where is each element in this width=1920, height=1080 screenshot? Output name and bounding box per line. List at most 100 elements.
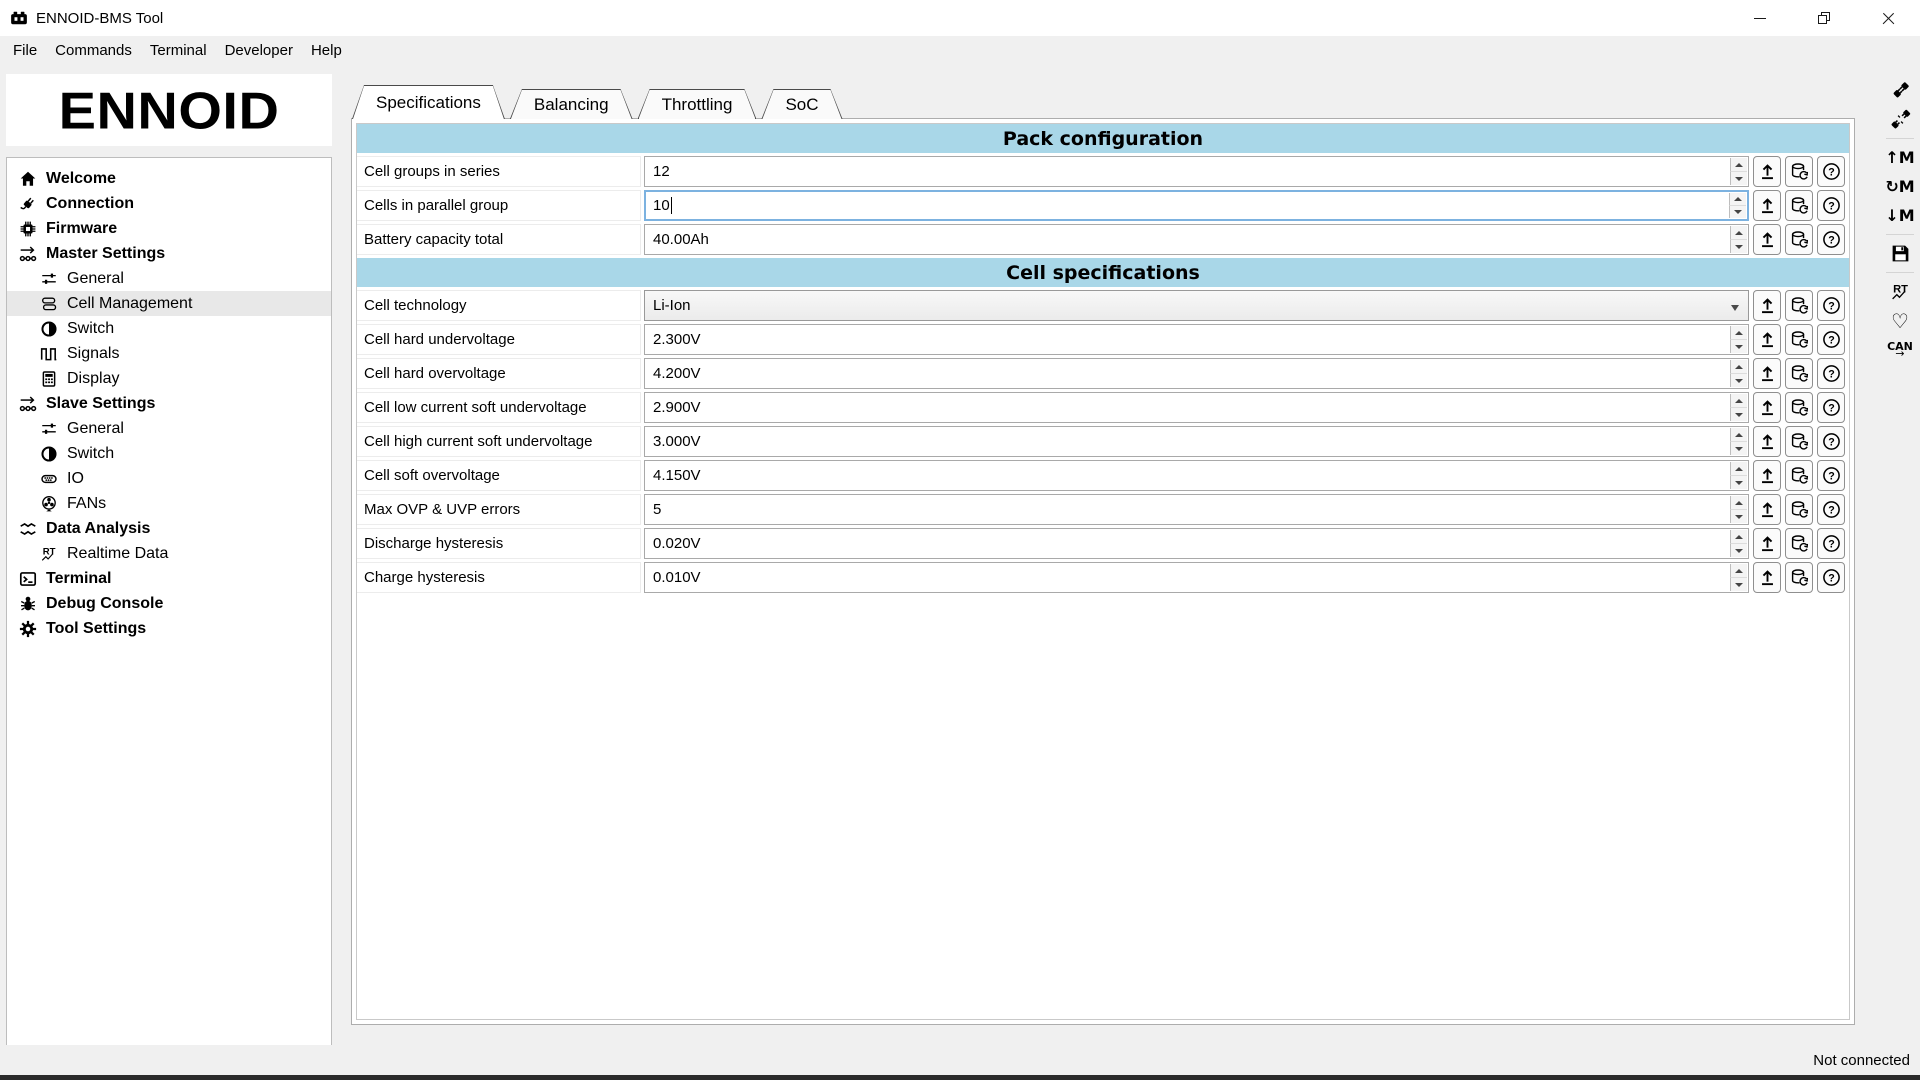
load-default-button[interactable]	[1785, 290, 1813, 321]
spin-up-button[interactable]	[1730, 496, 1747, 510]
sidebar-item-slave-settings[interactable]: Slave Settings	[7, 391, 331, 416]
heartbeat-button[interactable]: ♡	[1881, 306, 1919, 335]
help-button[interactable]: ?	[1817, 224, 1845, 255]
chevron-down-icon[interactable]	[1731, 305, 1739, 311]
param-input[interactable]: 5	[644, 494, 1749, 525]
param-input[interactable]: 2.300V	[644, 324, 1749, 355]
menu-file[interactable]: File	[4, 36, 46, 64]
sidebar-item-firmware[interactable]: Firmware	[7, 216, 331, 241]
load-default-button[interactable]	[1785, 460, 1813, 491]
menu-terminal[interactable]: Terminal	[141, 36, 216, 64]
menu-commands[interactable]: Commands	[46, 36, 141, 64]
spin-up-button[interactable]	[1730, 158, 1747, 172]
write-value-button[interactable]	[1753, 562, 1781, 593]
help-button[interactable]: ?	[1817, 156, 1845, 187]
write-value-button[interactable]	[1753, 392, 1781, 423]
spin-up-button[interactable]	[1730, 226, 1747, 240]
spin-down-button[interactable]	[1730, 374, 1747, 387]
load-default-button[interactable]	[1785, 562, 1813, 593]
write-value-button[interactable]	[1753, 426, 1781, 457]
restore-button[interactable]	[1792, 0, 1856, 36]
can-bus-button[interactable]: CAN→	[1881, 335, 1919, 364]
spin-up-button[interactable]	[1730, 428, 1747, 442]
help-button[interactable]: ?	[1817, 426, 1845, 457]
write-value-button[interactable]	[1753, 156, 1781, 187]
load-default-button[interactable]	[1785, 426, 1813, 457]
spin-up-button[interactable]	[1730, 394, 1747, 408]
write-value-button[interactable]	[1753, 358, 1781, 389]
sidebar-item-connection[interactable]: Connection	[7, 191, 331, 216]
close-button[interactable]	[1856, 0, 1920, 36]
spin-down-button[interactable]	[1730, 340, 1747, 353]
spin-down-button[interactable]	[1730, 172, 1747, 185]
sidebar-item-master-settings[interactable]: Master Settings	[7, 241, 331, 266]
help-button[interactable]: ?	[1817, 528, 1845, 559]
help-button[interactable]: ?	[1817, 494, 1845, 525]
minimize-button[interactable]	[1728, 0, 1792, 36]
spin-down-button[interactable]	[1730, 442, 1747, 455]
connect-button[interactable]	[1881, 76, 1919, 105]
param-input[interactable]: 0.010V	[644, 562, 1749, 593]
load-default-button[interactable]	[1785, 392, 1813, 423]
param-input[interactable]: 4.150V	[644, 460, 1749, 491]
spin-up-button[interactable]	[1730, 530, 1747, 544]
tab-balancing[interactable]: Balancing	[510, 89, 633, 119]
param-input[interactable]: 2.900V	[644, 392, 1749, 423]
sidebar-item-slave-switch[interactable]: Switch	[7, 441, 331, 466]
write-value-button[interactable]	[1753, 494, 1781, 525]
sidebar-item-tool-settings[interactable]: Tool Settings	[7, 616, 331, 641]
help-button[interactable]: ?	[1817, 392, 1845, 423]
help-button[interactable]: ?	[1817, 358, 1845, 389]
help-button[interactable]: ?	[1817, 190, 1845, 221]
sidebar-item-display[interactable]: Display	[7, 366, 331, 391]
load-default-button[interactable]	[1785, 528, 1813, 559]
help-button[interactable]: ?	[1817, 460, 1845, 491]
load-default-button[interactable]	[1785, 156, 1813, 187]
write-value-button[interactable]	[1753, 324, 1781, 355]
spin-up-button[interactable]	[1730, 462, 1747, 476]
load-default-button[interactable]	[1785, 494, 1813, 525]
realtime-button[interactable]: RT	[1881, 277, 1919, 306]
help-button[interactable]: ?	[1817, 324, 1845, 355]
tab-specifications[interactable]: Specifications	[352, 85, 505, 119]
spin-up-button[interactable]	[1730, 326, 1747, 340]
spin-up-button[interactable]	[1730, 360, 1747, 374]
spin-down-button[interactable]	[1730, 578, 1747, 591]
help-button[interactable]: ?	[1817, 290, 1845, 321]
reload-master-button[interactable]: ↻M	[1881, 172, 1919, 201]
sidebar-item-master-switch[interactable]: Switch	[7, 316, 331, 341]
spin-down-button[interactable]	[1730, 408, 1747, 421]
help-button[interactable]: ?	[1817, 562, 1845, 593]
write-value-button[interactable]	[1753, 224, 1781, 255]
disconnect-button[interactable]	[1881, 105, 1919, 134]
spin-down-button[interactable]	[1730, 476, 1747, 489]
param-input[interactable]: 10	[644, 190, 1749, 221]
sidebar-item-slave-general[interactable]: General	[7, 416, 331, 441]
read-master-button[interactable]: ↓M	[1881, 201, 1919, 230]
param-input[interactable]: 0.020V	[644, 528, 1749, 559]
sidebar-item-cell-management[interactable]: Cell Management	[7, 291, 331, 316]
param-input[interactable]: 40.00Ah	[644, 224, 1749, 255]
write-value-button[interactable]	[1753, 460, 1781, 491]
load-default-button[interactable]	[1785, 324, 1813, 355]
tab-throttling[interactable]: Throttling	[638, 89, 757, 119]
sidebar-item-signals[interactable]: Signals	[7, 341, 331, 366]
save-button[interactable]	[1881, 239, 1919, 268]
param-combobox[interactable]: Li-Ion	[644, 290, 1749, 321]
sidebar-item-fans[interactable]: FANs	[7, 491, 331, 516]
load-default-button[interactable]	[1785, 358, 1813, 389]
menu-help[interactable]: Help	[302, 36, 351, 64]
sidebar-item-realtime-data[interactable]: RTRealtime Data	[7, 541, 331, 566]
write-value-button[interactable]	[1753, 290, 1781, 321]
load-default-button[interactable]	[1785, 224, 1813, 255]
sidebar-item-terminal[interactable]: Terminal	[7, 566, 331, 591]
spin-up-button[interactable]	[1730, 564, 1747, 578]
spin-down-button[interactable]	[1730, 240, 1747, 253]
load-default-button[interactable]	[1785, 190, 1813, 221]
sidebar-item-master-general[interactable]: General	[7, 266, 331, 291]
write-value-button[interactable]	[1753, 190, 1781, 221]
sidebar-item-debug-console[interactable]: Debug Console	[7, 591, 331, 616]
sidebar-item-welcome[interactable]: Welcome	[7, 166, 331, 191]
spin-up-button[interactable]	[1729, 193, 1746, 206]
param-input[interactable]: 12	[644, 156, 1749, 187]
